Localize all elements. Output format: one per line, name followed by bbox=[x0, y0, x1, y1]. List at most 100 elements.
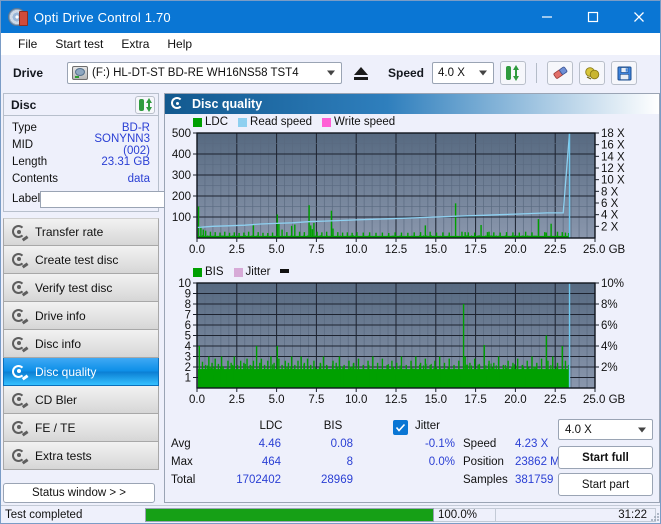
progress-bar bbox=[145, 508, 434, 522]
svg-text:4: 4 bbox=[185, 341, 192, 353]
svg-text:5.0: 5.0 bbox=[269, 394, 285, 406]
svg-text:300: 300 bbox=[172, 170, 191, 182]
refresh-drive-button[interactable] bbox=[500, 61, 526, 85]
legend-label-read-speed: Read speed bbox=[250, 116, 312, 128]
bulb-button[interactable] bbox=[579, 61, 605, 85]
svg-text:22.5: 22.5 bbox=[544, 394, 566, 406]
page-title: Disc quality bbox=[192, 97, 262, 111]
sidebar-item-label: Disc quality bbox=[35, 365, 96, 379]
svg-text:22.5: 22.5 bbox=[544, 244, 566, 256]
stats-header-bis: BIS bbox=[303, 420, 363, 432]
start-full-button[interactable]: Start full bbox=[558, 446, 653, 469]
sidebar-item-cd-bler[interactable]: CD Bler bbox=[3, 386, 159, 414]
elapsed-time: 31:22 bbox=[496, 508, 656, 522]
menu-file[interactable]: File bbox=[9, 35, 46, 53]
svg-text:2: 2 bbox=[185, 362, 191, 374]
eject-icon bbox=[354, 67, 368, 80]
svg-text:14 X: 14 X bbox=[601, 151, 625, 163]
jitter-marker-icon bbox=[280, 269, 289, 273]
ldc-chart: LDC Read speed Write speed 1002003004005… bbox=[165, 116, 659, 266]
legend-swatch-ldc bbox=[193, 118, 202, 127]
sidebar: Disc Type BD-R MID SONYNN3 (002) Length … bbox=[3, 93, 161, 519]
main-panel-header: Disc quality bbox=[165, 94, 659, 114]
stats-bis-avg: 0.08 bbox=[293, 438, 353, 450]
menu-start-test[interactable]: Start test bbox=[46, 35, 112, 53]
menu-help[interactable]: Help bbox=[158, 35, 201, 53]
sidebar-item-verify-test-disc[interactable]: Verify test disc bbox=[3, 274, 159, 302]
start-part-button[interactable]: Start part bbox=[558, 473, 653, 496]
svg-text:400: 400 bbox=[172, 149, 191, 161]
progress-percent: 100.0% bbox=[434, 508, 496, 522]
disc-fete-icon bbox=[11, 420, 27, 436]
svg-text:20.0: 20.0 bbox=[504, 394, 526, 406]
svg-text:16 X: 16 X bbox=[601, 140, 625, 152]
menu-extra[interactable]: Extra bbox=[112, 35, 158, 53]
menu-bar: File Start test Extra Help bbox=[1, 33, 661, 55]
legend-swatch-write-speed bbox=[322, 118, 331, 127]
toolbar: Drive (F:) HL-DT-ST BD-RE WH16NS58 TST4 … bbox=[1, 55, 661, 91]
svg-text:10%: 10% bbox=[601, 278, 624, 290]
stats-ldc-max: 464 bbox=[221, 456, 281, 468]
disc-row-mid: MID SONYNN3 (002) bbox=[4, 136, 158, 153]
svg-text:10.0: 10.0 bbox=[345, 244, 367, 256]
svg-text:7.5: 7.5 bbox=[308, 394, 324, 406]
ldc-chart-legend: LDC Read speed Write speed bbox=[193, 116, 401, 128]
bis-chart: BIS Jitter 123456789102%4%6%8%10%0.02.55… bbox=[165, 266, 659, 416]
bis-chart-svg: 123456789102%4%6%8%10%0.02.55.07.510.012… bbox=[165, 266, 659, 416]
sidebar-item-create-test-disc[interactable]: Create test disc bbox=[3, 246, 159, 274]
bis-chart-legend: BIS Jitter bbox=[193, 266, 289, 278]
erase-button[interactable] bbox=[547, 61, 573, 85]
disc-key-type: Type bbox=[12, 122, 74, 134]
svg-text:3: 3 bbox=[185, 352, 191, 364]
sidebar-item-fe-te[interactable]: FE / TE bbox=[3, 414, 159, 442]
disc-refresh-button[interactable] bbox=[135, 96, 155, 114]
disc-info-panel: Disc Type BD-R MID SONYNN3 (002) Length … bbox=[3, 93, 159, 212]
svg-text:2 X: 2 X bbox=[601, 221, 619, 233]
svg-text:8%: 8% bbox=[601, 299, 618, 311]
status-window-button[interactable]: Status window > > bbox=[3, 483, 155, 503]
close-icon[interactable] bbox=[616, 1, 661, 33]
disc-verify-icon bbox=[11, 280, 27, 296]
disc-quality-icon bbox=[171, 97, 185, 111]
sidebar-item-disc-quality[interactable]: Disc quality bbox=[3, 358, 159, 386]
main-panel: Disc quality LDC Read speed Write speed … bbox=[164, 93, 660, 503]
save-button[interactable] bbox=[611, 61, 637, 85]
disc-bler-icon bbox=[11, 392, 27, 408]
sidebar-item-disc-info[interactable]: Disc info bbox=[3, 330, 159, 358]
svg-text:4 X: 4 X bbox=[601, 210, 619, 222]
disc-arrow-icon bbox=[11, 224, 27, 240]
svg-text:8: 8 bbox=[185, 299, 191, 311]
sidebar-item-extra-tests[interactable]: Extra tests bbox=[3, 442, 159, 470]
svg-text:0.0: 0.0 bbox=[189, 394, 205, 406]
sidebar-item-label: Verify test disc bbox=[35, 281, 112, 295]
stats-row-max: Max bbox=[171, 456, 193, 468]
disc-quality-icon bbox=[11, 364, 27, 380]
jitter-checkbox[interactable] bbox=[393, 420, 408, 435]
resize-grip[interactable] bbox=[650, 512, 660, 522]
refresh-drive-icon bbox=[505, 65, 521, 81]
disc-info-icon bbox=[11, 308, 27, 324]
minimize-icon[interactable] bbox=[524, 1, 570, 33]
speed-select[interactable]: 4.0 X bbox=[432, 62, 494, 84]
legend-bis: BIS bbox=[193, 266, 224, 278]
svg-text:10.0: 10.0 bbox=[345, 394, 367, 406]
svg-text:17.5: 17.5 bbox=[464, 244, 486, 256]
drive-select[interactable]: (F:) HL-DT-ST BD-RE WH16NS58 TST4 bbox=[67, 62, 342, 84]
disc-panel-header: Disc bbox=[4, 94, 158, 116]
maximize-icon[interactable] bbox=[570, 1, 616, 33]
sidebar-item-drive-info[interactable]: Drive info bbox=[3, 302, 159, 330]
title-bar: Opti Drive Control 1.70 bbox=[1, 1, 661, 33]
svg-text:0.0: 0.0 bbox=[189, 244, 205, 256]
svg-text:100: 100 bbox=[172, 212, 191, 224]
svg-text:7.5: 7.5 bbox=[308, 244, 324, 256]
stats-ldc-total: 1702402 bbox=[211, 474, 281, 486]
drive-select-value: (F:) HL-DT-ST BD-RE WH16NS58 TST4 bbox=[92, 67, 299, 79]
svg-text:25.0 GB: 25.0 GB bbox=[583, 394, 626, 406]
sidebar-item-transfer-rate[interactable]: Transfer rate bbox=[3, 218, 159, 246]
svg-text:200: 200 bbox=[172, 191, 191, 203]
svg-text:6: 6 bbox=[185, 320, 191, 332]
eject-button[interactable] bbox=[348, 61, 374, 85]
chevron-down-icon bbox=[638, 427, 646, 432]
test-speed-select[interactable]: 4.0 X bbox=[558, 419, 653, 440]
svg-text:15.0: 15.0 bbox=[425, 244, 447, 256]
